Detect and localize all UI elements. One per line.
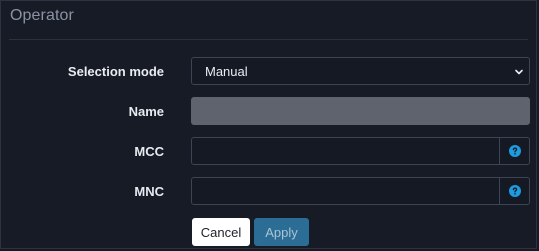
panel-title: Operator [10,7,74,24]
chevron-down-icon [515,69,523,75]
mcc-label: MCC [134,144,164,159]
cancel-button[interactable]: Cancel [192,218,250,246]
question-circle-icon [509,145,521,157]
question-circle-icon [509,185,521,197]
selection-mode-value: Manual [205,64,248,79]
selection-mode-select[interactable]: Manual [191,57,530,85]
mnc-label: MNC [134,184,164,199]
mcc-input[interactable] [191,137,500,165]
title-divider [9,39,528,40]
selection-mode-label: Selection mode [67,64,164,79]
mnc-input[interactable] [191,177,500,205]
mnc-help-button[interactable] [499,177,530,205]
apply-button[interactable]: Apply [254,218,309,246]
name-label: Name [128,104,164,119]
operator-panel: Operator Selection mode Manual Name MCC … [0,0,537,249]
name-field [191,97,530,125]
mcc-help-button[interactable] [499,137,530,165]
